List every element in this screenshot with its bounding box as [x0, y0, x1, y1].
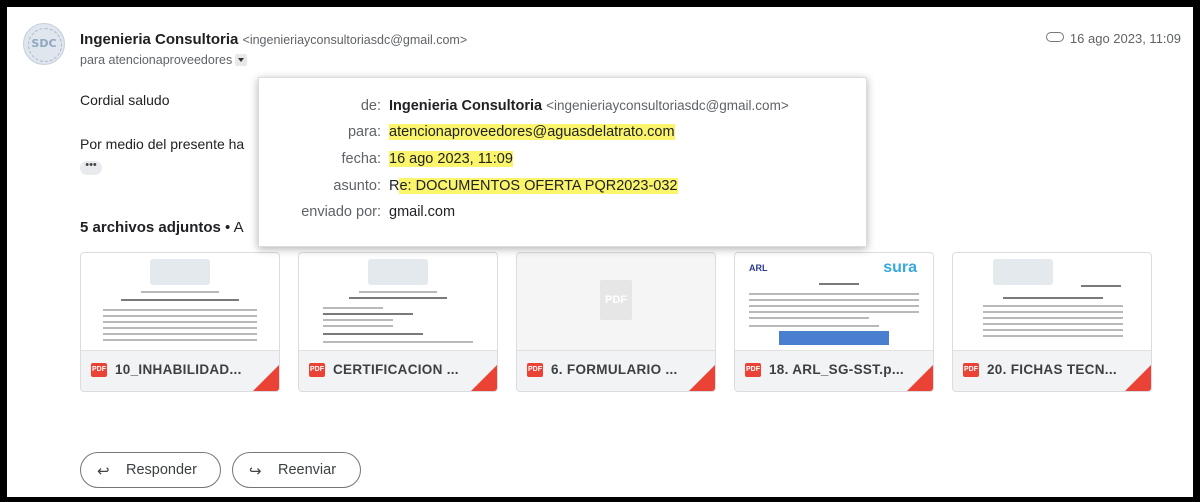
- from-name: Ingenieria Consultoria: [389, 98, 543, 114]
- attachment-footer: PDF 6. FORMULARIO ...: [517, 350, 715, 391]
- pdf-icon: PDF: [745, 363, 761, 377]
- details-to-row: para: atencionaproveedores@aguasdelatrat…: [259, 124, 859, 146]
- date-label: fecha:: [341, 151, 382, 167]
- show-trimmed-content-button[interactable]: •••: [80, 160, 102, 175]
- company-logo: [368, 259, 428, 285]
- page-fold-icon: [253, 365, 279, 391]
- attachment-thumbnail: ARL sura: [735, 253, 933, 351]
- details-from-row: de: Ingenieria Consultoria <ingenieriayc…: [259, 98, 859, 120]
- details-sent-by-row: enviado por: gmail.com: [259, 204, 859, 226]
- to-value: atencionaproveedores@aguasdelatrato.com: [389, 124, 675, 140]
- reply-label: Responder: [126, 462, 197, 478]
- subject-value: Re: DOCUMENTOS OFERTA PQR2023-032: [389, 178, 678, 194]
- page-fold-icon: [689, 365, 715, 391]
- details-date-row: fecha: 16 ago 2023, 11:09: [259, 151, 859, 173]
- sender-email: <ingenieriayconsultoriasdc@gmail.com>: [242, 33, 468, 47]
- sent-by-value: gmail.com: [389, 204, 456, 220]
- recipient-text: para atencionaproveedores: [80, 53, 233, 67]
- date-text: 16 ago 2023, 11:09: [1069, 31, 1181, 46]
- sender-avatar[interactable]: SDC: [23, 23, 65, 65]
- attachments-header: 5 archivos adjuntos • A: [80, 219, 244, 236]
- arl-logo: ARL: [749, 263, 768, 273]
- forward-label: Reenviar: [278, 462, 337, 478]
- from-email: <ingenieriayconsultoriasdc@gmail.com>: [546, 98, 789, 113]
- sura-logo: sura: [883, 259, 917, 277]
- reply-icon: ↩: [97, 462, 110, 480]
- subject-prefix: R: [389, 178, 400, 194]
- attachment-card[interactable]: PDF CERTIFICACION ...: [298, 252, 498, 392]
- attachment-thumbnail: [953, 253, 1151, 351]
- page-fold-icon: [471, 365, 497, 391]
- sura-logo-text: sura: [883, 259, 917, 276]
- message-details-popup: de: Ingenieria Consultoria <ingenieriayc…: [258, 77, 867, 247]
- page-fold-icon: [907, 365, 933, 391]
- attachment-thumbnail: [299, 253, 497, 351]
- body-line: Por medio del presente ha: [80, 136, 245, 152]
- body-greeting: Cordial saludo: [80, 92, 170, 108]
- show-details-icon[interactable]: [235, 54, 248, 66]
- from-value: Ingenieria Consultoria <ingenieriayconsu…: [389, 98, 789, 114]
- email-date: 16 ago 2023, 11:09: [1045, 31, 1181, 46]
- avatar-text: SDC: [31, 37, 57, 50]
- attachment-name: 20. FICHAS TECN...: [987, 362, 1117, 377]
- company-logo: [993, 259, 1053, 285]
- sender-line: Ingenieria Consultoria <ingenieriayconsu…: [80, 31, 467, 48]
- pdf-icon: PDF: [91, 363, 107, 377]
- pdf-icon: PDF: [309, 363, 325, 377]
- page-fold-icon: [1125, 365, 1151, 391]
- subject-text: e: DOCUMENTOS OFERTA PQR2023-032: [399, 178, 678, 194]
- attachment-name: 18. ARL_SG-SST.p...: [769, 362, 904, 377]
- attachment-name: 6. FORMULARIO ...: [551, 362, 678, 377]
- attachment-card[interactable]: PDF 10_INHABILIDAD...: [80, 252, 280, 392]
- attachment-footer: PDF 20. FICHAS TECN...: [953, 350, 1151, 391]
- attachment-icon: [1045, 32, 1064, 42]
- attachment-card[interactable]: ARL sura PDF 18. ARL_SG-SST.p...: [734, 252, 934, 392]
- subject-label: asunto:: [333, 178, 381, 194]
- from-label: de:: [360, 98, 381, 114]
- attachment-thumbnail: [81, 253, 279, 351]
- to-label: para:: [347, 124, 381, 140]
- details-subject-row: asunto: Re: DOCUMENTOS OFERTA PQR2023-03…: [259, 178, 859, 200]
- forward-button[interactable]: ↪ Reenviar: [232, 452, 361, 488]
- attachment-name: 10_INHABILIDAD...: [115, 362, 242, 377]
- pdf-icon: PDF: [527, 363, 543, 377]
- date-value: 16 ago 2023, 11:09: [389, 151, 513, 167]
- attachment-name: CERTIFICACION ...: [333, 362, 459, 377]
- reply-button[interactable]: ↩ Responder: [80, 452, 221, 488]
- pdf-icon: PDF: [963, 363, 979, 377]
- attachment-footer: PDF 18. ARL_SG-SST.p...: [735, 350, 933, 391]
- verification-box: [779, 331, 889, 345]
- recipient-line: para atencionaproveedores: [80, 53, 248, 67]
- attachment-thumbnail: PDF: [517, 253, 715, 351]
- forward-icon: ↪: [249, 462, 262, 480]
- attachment-card[interactable]: PDF PDF 6. FORMULARIO ...: [516, 252, 716, 392]
- attachments-header-suffix: • A: [220, 219, 244, 236]
- attachments-count: 5 archivos adjuntos: [80, 219, 221, 236]
- company-logo: [150, 259, 210, 285]
- attachment-card[interactable]: PDF 20. FICHAS TECN...: [952, 252, 1152, 392]
- pdf-placeholder-icon: PDF: [600, 280, 632, 320]
- sent-by-label: enviado por:: [301, 204, 381, 220]
- email-view: SDC Ingenieria Consultoria <ingenieriayc…: [7, 7, 1193, 497]
- sender-name[interactable]: Ingenieria Consultoria: [80, 31, 238, 48]
- attachment-footer: PDF 10_INHABILIDAD...: [81, 350, 279, 391]
- attachment-footer: PDF CERTIFICACION ...: [299, 350, 497, 391]
